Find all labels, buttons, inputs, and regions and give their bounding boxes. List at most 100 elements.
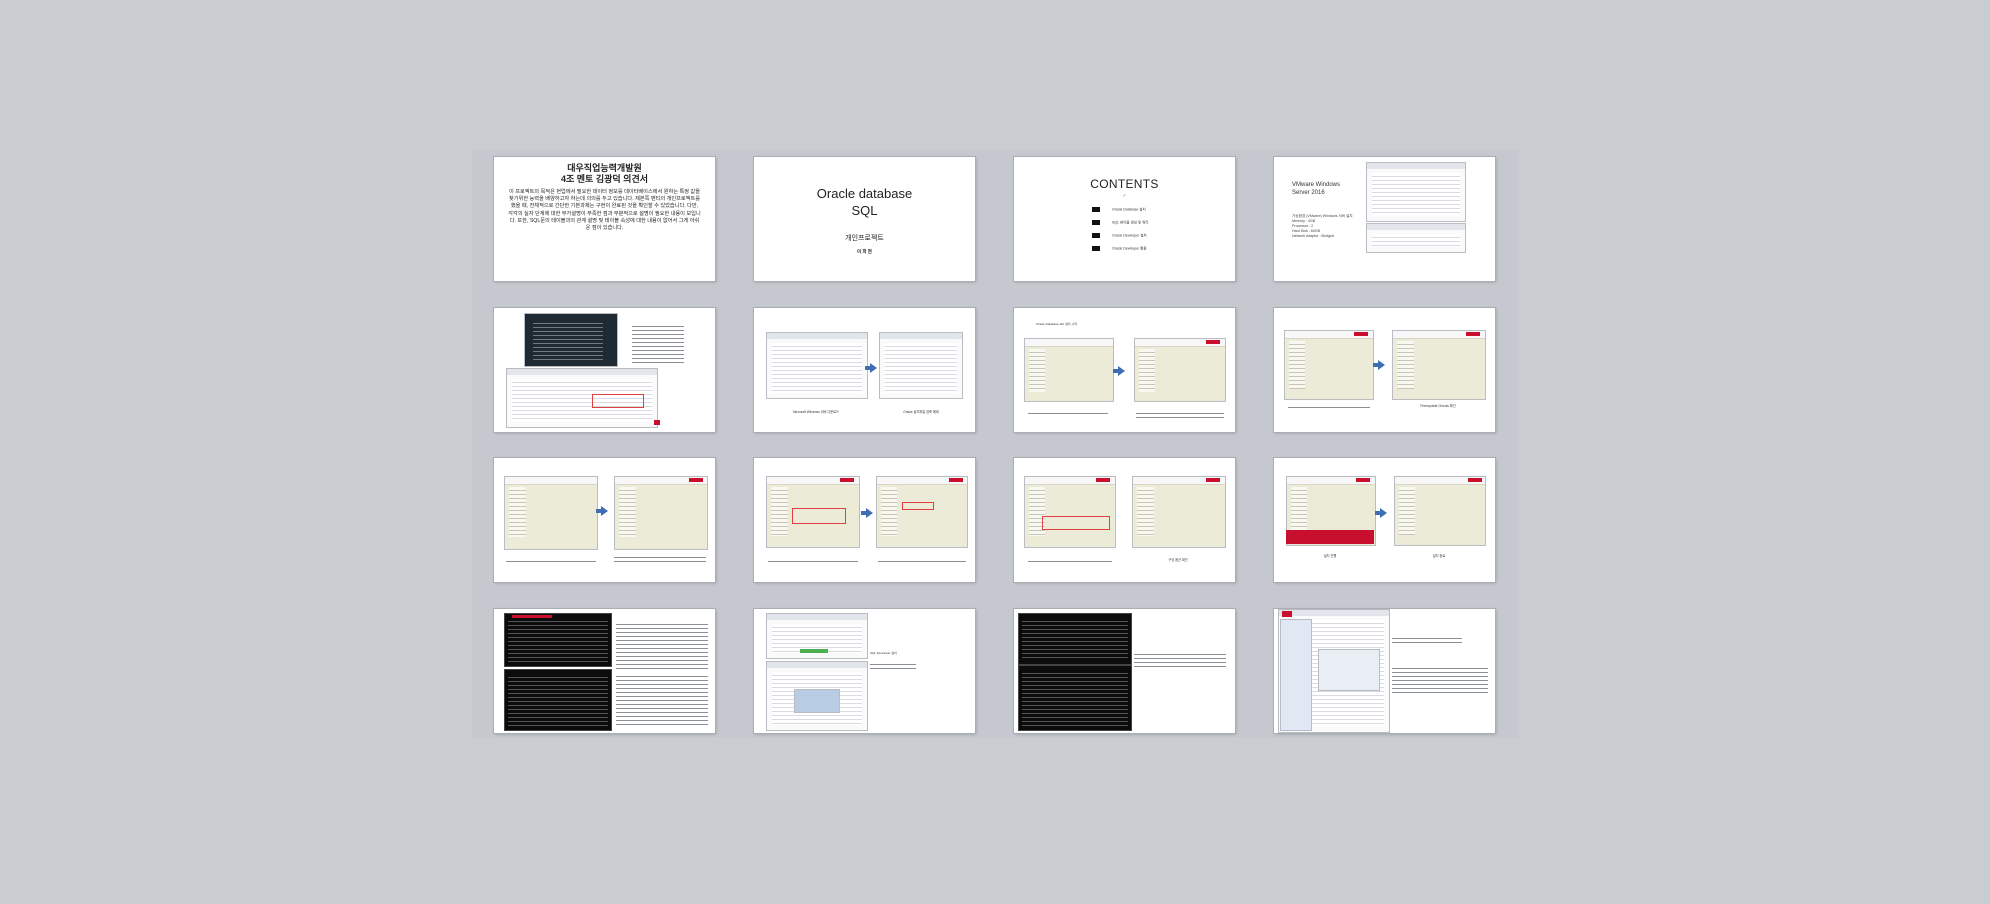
caption-lines-right [1136,410,1224,419]
caption-right: 설치 완료 [1432,554,1446,558]
slide14-note: SQL Developer 설치 [870,651,897,655]
arrow-right-icon [1373,360,1385,370]
slide15-notes [1134,651,1226,669]
slide4-title-line2: Server 2016 [1292,190,1325,196]
slide1-body: 이 프로젝트의 목적은 현업에서 필요한 데이터 정보를 데이터베이스에서 원하… [508,189,701,232]
installer-step-screenshot-right [1134,338,1226,402]
slide-thumbnail-2[interactable]: Oracle database SQL 개인프로젝트 이 희 현 [754,157,975,281]
installer-finish-screenshot [1394,476,1486,546]
slide1-title-line1: 대우직업능력개발원 [567,163,642,173]
slide-thumbnail-13[interactable] [494,609,715,733]
cmd-screenshot-bottom [1018,665,1132,731]
explorer-screenshot-left [766,332,868,399]
slide1-title: 대우직업능력개발원 4조 멘토 김광덕 의견서 [494,163,715,185]
slide-thumbnail-6[interactable]: Microsoft Windows 서버 다운로드 Oracle 설치파일 압축… [754,308,975,432]
oracle-logo-icon [1356,478,1370,482]
slide2-title-line1: Oracle database [816,186,913,201]
slide-thumbnail-5[interactable] [494,308,715,432]
cmd-screenshot-top [1018,613,1132,665]
toc-item-label: Oracle Database 설치 [1112,207,1146,212]
oracle-download-screenshot [524,313,618,367]
oracle-logo-icon [1096,478,1110,482]
toc-item-label: SQL 테이블 생성 및 쿼리 [1112,220,1149,225]
slide-thumbnail-4[interactable]: VMware Windows Server 2016 가상환경 (VMware)… [1274,157,1495,281]
caption-right: Prerequisite Checks 확인 [1420,404,1456,408]
highlight-box [1042,516,1110,530]
slide-thumbnail-12[interactable]: 설치 진행 설치 완료 [1274,458,1495,582]
toc-item-label: Oracle Developer 활용 [1112,246,1147,251]
oracle-logo-icon [1466,332,1480,336]
installer-screenshot-right [1392,330,1486,400]
slide14-note-lines [870,661,916,669]
vm-summary-screenshot [1366,223,1466,253]
slide-thumbnail-15[interactable] [1014,609,1235,733]
slide4-title: VMware Windows Server 2016 [1292,181,1340,197]
slide-thumbnail-7[interactable]: Oracle Database 19c 설치 시작 [1014,308,1235,432]
sqldeveloper-logo-icon [1282,611,1292,617]
caption-lines-left [506,558,596,563]
oracle-logo-icon [1354,332,1368,336]
slide13-notes-top [616,621,708,669]
oracle-logo-icon [1468,478,1482,482]
caption-lines-left [1028,410,1108,415]
caption-lines-left [1028,558,1112,563]
slide16-notes-top [1392,635,1462,645]
toc-number-icon [1092,233,1100,238]
slide-thumbnail-10[interactable] [754,458,975,582]
slide-thumbnail-11[interactable]: 구성 옵션 확인 [1014,458,1235,582]
caption-right: 구성 옵션 확인 [1168,558,1188,562]
oracle-logo-icon [840,478,854,482]
slide1-title-line2: 4조 멘토 김광덕 의견서 [560,174,649,184]
connection-dialog [1318,649,1380,691]
arrow-right-icon [865,363,877,373]
arrow-right-icon [1375,508,1387,518]
slide13-notes-bottom [616,673,708,727]
caption-lines-right [878,558,966,563]
toc-item-1: Oracle Database 설치 [1092,207,1146,212]
toc-item-3: Oracle Developer 설치 [1092,233,1147,238]
explorer-screenshot-right [879,332,963,399]
sqlplus-screenshot-top [504,613,612,667]
installer-screenshot-right [876,476,968,548]
slide2-subtitle: 개인프로젝트 [845,235,884,242]
slide-thumbnail-16[interactable] [1274,609,1495,733]
slide2-title: Oracle database SQL [754,185,975,219]
highlight-box [592,394,644,408]
oracle-logo-icon [1206,340,1220,344]
caption-right: Oracle 설치파일 압축 해제 [903,410,939,414]
caption-lines-left [768,558,858,563]
highlight-box [792,508,846,524]
slide2-author: 이 희 현 [857,249,872,254]
slide4-info: 가상환경 (VMware) Windows 서버 설치 Memory : 4GB… [1292,214,1353,238]
arrow-right-icon [861,508,873,518]
slide-thumbnail-14[interactable]: SQL Developer 설치 [754,609,975,733]
caption-left: 설치 진행 [1323,554,1337,558]
slide-thumbnail-8[interactable]: Prerequisite Checks 확인 [1274,308,1495,432]
highlight-bar [512,615,552,618]
arrow-right-icon [1113,366,1125,376]
oracle-logo-icon [689,478,703,482]
slide-thumbnail-1[interactable]: 대우직업능력개발원 4조 멘토 김광덕 의견서 이 프로젝트의 목적은 현업에서… [494,157,715,281]
slide4-title-line1: VMware Windows [1292,182,1341,188]
oracle-logo-icon [1206,478,1220,482]
toc-number-icon [1092,246,1100,251]
sqlplus-screenshot-bottom [504,669,612,731]
installer-screenshot-left [1024,476,1116,548]
toc-item-2: SQL 테이블 생성 및 쿼리 [1092,220,1149,225]
slide-thumbnail-9[interactable] [494,458,715,582]
installer-screenshot-right [614,476,708,550]
slide-thumbnail-3[interactable]: CONTENTS ✓ Oracle Database 설치 SQL 테이블 생성… [1014,157,1235,281]
toc-number-icon [1092,220,1100,225]
slide7-heading: Oracle Database 19c 설치 시작 [1036,322,1077,326]
slide2-title-line2: SQL [851,203,878,218]
slide-sorter: 대우직업능력개발원 4조 멘토 김광덕 의견서 이 프로젝트의 목적은 현업에서… [472,150,1518,738]
toc-item-label: Oracle Developer 설치 [1112,233,1147,238]
installer-step-screenshot-left [1024,338,1114,402]
caption-lines-right [614,554,706,564]
download-text [533,320,603,360]
toc-number-icon [1092,207,1100,212]
caption-lines-left [1288,404,1370,409]
installer-screenshot-left [1284,330,1374,400]
highlight-box [902,502,934,510]
download-button [800,649,828,653]
